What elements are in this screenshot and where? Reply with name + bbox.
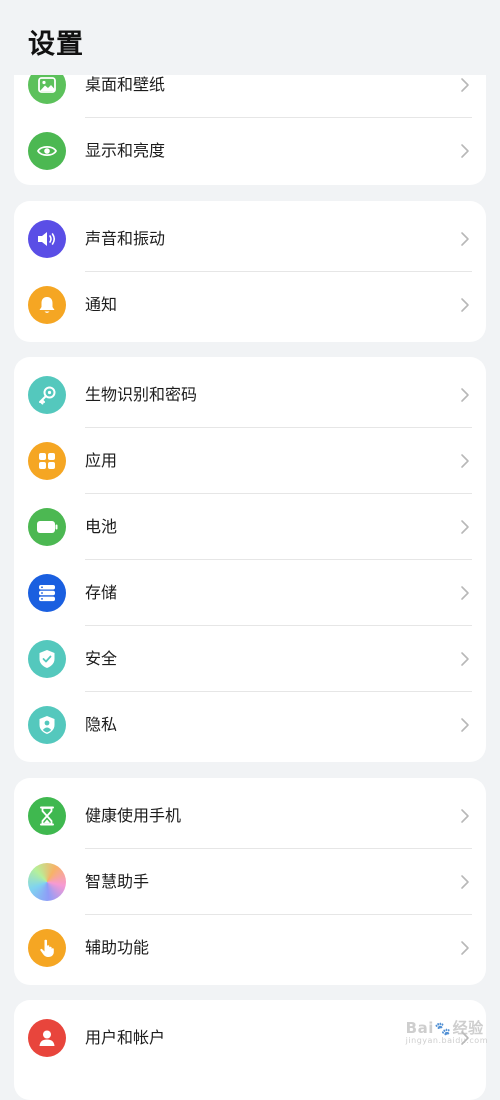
settings-item[interactable]: 辅助功能 bbox=[14, 915, 486, 981]
chevron-right-icon bbox=[460, 874, 470, 894]
chevron-right-icon bbox=[460, 387, 470, 407]
chevron-right-icon bbox=[460, 808, 470, 828]
bell-icon bbox=[28, 286, 66, 324]
settings-item-label: 桌面和壁纸 bbox=[85, 75, 166, 94]
eye-icon bbox=[28, 132, 66, 170]
settings-item-label: 健康使用手机 bbox=[85, 806, 182, 825]
storage-icon bbox=[28, 574, 66, 612]
hand-pointer-icon bbox=[28, 929, 66, 967]
settings-item-label: 辅助功能 bbox=[85, 938, 150, 957]
settings-item-label: 用户和帐户 bbox=[85, 1028, 166, 1047]
speaker-icon bbox=[28, 220, 66, 258]
settings-item-label: 生物识别和密码 bbox=[85, 385, 198, 404]
settings-item[interactable]: 显示和亮度 bbox=[14, 118, 486, 184]
apps-icon bbox=[28, 442, 66, 480]
chevron-right-icon bbox=[460, 717, 470, 737]
settings-item-label: 隐私 bbox=[85, 715, 118, 734]
user-icon bbox=[28, 1019, 66, 1057]
chevron-right-icon bbox=[460, 143, 470, 163]
chevron-right-icon bbox=[460, 519, 470, 539]
settings-item-label: 安全 bbox=[85, 649, 118, 668]
settings-item-label: 电池 bbox=[85, 517, 118, 536]
privacy-shield-icon bbox=[28, 706, 66, 744]
settings-item-label: 智慧助手 bbox=[85, 872, 150, 891]
settings-item-label: 应用 bbox=[85, 451, 118, 470]
chevron-right-icon bbox=[460, 585, 470, 605]
chevron-right-icon bbox=[460, 297, 470, 317]
battery-icon bbox=[28, 508, 66, 546]
settings-item[interactable]: 生物识别和密码 bbox=[14, 362, 486, 428]
chevron-right-icon bbox=[460, 453, 470, 473]
settings-item-label: 存储 bbox=[85, 583, 118, 602]
key-icon bbox=[28, 376, 66, 414]
chevron-right-icon bbox=[460, 231, 470, 251]
chevron-right-icon bbox=[460, 651, 470, 671]
settings-item-label: 通知 bbox=[85, 295, 118, 314]
settings-item-label: 声音和振动 bbox=[85, 229, 166, 248]
assistant-orb-icon bbox=[28, 863, 66, 901]
baidu-watermark: Bai🐾经验 jingyan.baidu.com bbox=[405, 1019, 488, 1045]
status-bar-fragment: ·· ·· bbox=[108, 0, 124, 5]
settings-card: 健康使用手机 智慧助手辅助功能 bbox=[14, 778, 486, 985]
settings-item[interactable]: 隐私 bbox=[14, 692, 486, 758]
settings-item[interactable]: 声音和振动 bbox=[14, 206, 486, 272]
settings-item[interactable]: 电池 bbox=[14, 494, 486, 560]
settings-item[interactable]: 智慧助手 bbox=[14, 849, 486, 915]
settings-item[interactable]: 通知 bbox=[14, 272, 486, 338]
settings-item[interactable]: 存储 bbox=[14, 560, 486, 626]
settings-item-label: 显示和亮度 bbox=[85, 141, 166, 160]
settings-item[interactable]: 安全 bbox=[14, 626, 486, 692]
settings-card: 生物识别和密码 应用电池存储安全隐私 bbox=[14, 357, 486, 762]
page-title: 设置 bbox=[28, 29, 84, 60]
chevron-right-icon bbox=[460, 77, 470, 97]
chevron-right-icon bbox=[460, 940, 470, 960]
shield-check-icon bbox=[28, 640, 66, 678]
settings-item[interactable]: 健康使用手机 bbox=[14, 783, 486, 849]
header: ·· ·· 设置 bbox=[0, 0, 500, 75]
hourglass-icon bbox=[28, 797, 66, 835]
settings-card: 声音和振动 通知 bbox=[14, 201, 486, 342]
paw-icon: 🐾 bbox=[434, 1022, 452, 1037]
settings-item[interactable]: 应用 bbox=[14, 428, 486, 494]
settings-card: 用户和帐户 bbox=[14, 1000, 486, 1100]
